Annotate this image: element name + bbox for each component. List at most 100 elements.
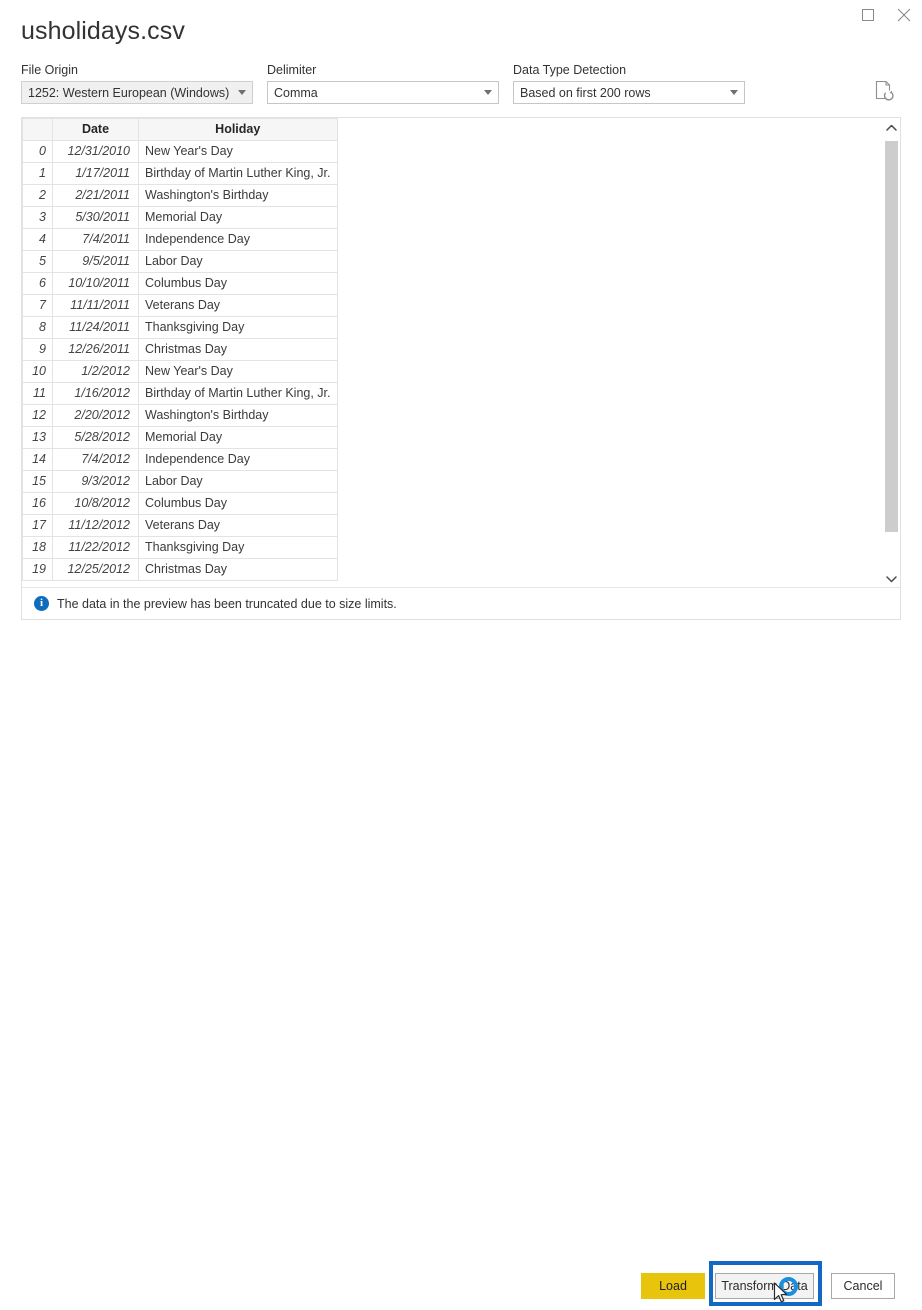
cell-holiday: Birthday of Martin Luther King, Jr. [138, 162, 338, 185]
data-type-detection-label: Data Type Detection [513, 63, 627, 77]
cell-date: 1/2/2012 [52, 360, 139, 383]
cell-holiday: Labor Day [138, 470, 338, 493]
table-row[interactable]: 19 12/25/2012 Christmas Day [22, 558, 338, 581]
delimiter-label: Delimiter [267, 63, 317, 77]
page-title: usholidays.csv [21, 17, 185, 45]
table-row[interactable]: 8 11/24/2011 Thanksgiving Day [22, 316, 338, 339]
cell-index: 9 [22, 338, 53, 361]
scroll-track[interactable] [883, 135, 900, 570]
cell-index: 16 [22, 492, 53, 515]
close-button[interactable] [886, 0, 922, 30]
file-origin-dropdown[interactable]: 1252: Western European (Windows) [21, 81, 253, 104]
file-origin-label: File Origin [21, 63, 78, 77]
cell-holiday: Labor Day [138, 250, 338, 273]
cell-index: 6 [22, 272, 53, 295]
table-row[interactable]: 0 12/31/2010 New Year's Day [22, 140, 338, 163]
cell-index: 8 [22, 316, 53, 339]
cell-date: 9/5/2011 [52, 250, 139, 273]
cell-date: 1/17/2011 [52, 162, 139, 185]
cell-index: 17 [22, 514, 53, 537]
close-icon [897, 8, 911, 22]
table-row[interactable]: 1 1/17/2011 Birthday of Martin Luther King… [22, 162, 338, 185]
table-row[interactable]: 11 1/16/2012 Birthday of Martin Luther Kin… [22, 382, 338, 405]
chevron-down-icon [236, 90, 248, 95]
cell-holiday: Thanksgiving Day [138, 536, 338, 559]
cell-date: 2/21/2011 [52, 184, 139, 207]
scroll-up-button[interactable] [883, 118, 900, 135]
preview-body: Date Holiday 0 12/31/2010 New Year's Day 1 1… [22, 118, 900, 587]
table-row[interactable]: 13 5/28/2012 Memorial Day [22, 426, 338, 449]
cell-index: 19 [22, 558, 53, 581]
cell-date: 11/22/2012 [52, 536, 139, 559]
cancel-button[interactable]: Cancel [831, 1273, 895, 1299]
table-row[interactable]: 3 5/30/2011 Memorial Day [22, 206, 338, 229]
table-row[interactable]: 16 10/8/2012 Columbus Day [22, 492, 338, 515]
cell-holiday: New Year's Day [138, 140, 338, 163]
table-row[interactable]: 15 9/3/2012 Labor Day [22, 470, 338, 493]
column-header-date[interactable]: Date [52, 118, 139, 141]
cell-index: 12 [22, 404, 53, 427]
preview-grid-area[interactable]: Date Holiday 0 12/31/2010 New Year's Day 1 1… [22, 118, 882, 587]
cell-index: 4 [22, 228, 53, 251]
refresh-preview-icon [874, 80, 894, 107]
cell-date: 7/4/2012 [52, 448, 139, 471]
column-header-holiday[interactable]: Holiday [138, 118, 338, 141]
scroll-down-button[interactable] [883, 570, 900, 587]
preview-vertical-scrollbar[interactable] [882, 118, 900, 587]
dialog-footer: Load Transform Data Cancel [0, 630, 922, 1306]
cell-date: 10/8/2012 [52, 492, 139, 515]
table-row[interactable]: 14 7/4/2012 Independence Day [22, 448, 338, 471]
table-row[interactable]: 7 11/11/2011 Veterans Day [22, 294, 338, 317]
table-row[interactable]: 9 12/26/2011 Christmas Day [22, 338, 338, 361]
refresh-preview-button[interactable] [871, 80, 897, 106]
cell-index: 10 [22, 360, 53, 383]
preview-info-message: The data in the preview has been truncat… [57, 596, 397, 611]
transform-data-button[interactable]: Transform Data [715, 1273, 814, 1299]
cell-holiday: Columbus Day [138, 272, 338, 295]
cell-date: 7/4/2011 [52, 228, 139, 251]
cell-index: 14 [22, 448, 53, 471]
cell-holiday: Washington's Birthday [138, 404, 338, 427]
preview-table-header: Date Holiday [22, 118, 338, 141]
table-row[interactable]: 17 11/12/2012 Veterans Day [22, 514, 338, 537]
cell-date: 2/20/2012 [52, 404, 139, 427]
table-row[interactable]: 5 9/5/2011 Labor Day [22, 250, 338, 273]
delimiter-value: Comma [274, 85, 318, 100]
cell-index: 3 [22, 206, 53, 229]
delimiter-dropdown[interactable]: Comma [267, 81, 499, 104]
cell-holiday: Thanksgiving Day [138, 316, 338, 339]
cell-date: 5/30/2011 [52, 206, 139, 229]
data-type-detection-value: Based on first 200 rows [520, 85, 651, 100]
table-row[interactable]: 18 11/22/2012 Thanksgiving Day [22, 536, 338, 559]
cell-date: 5/28/2012 [52, 426, 139, 449]
load-button[interactable]: Load [641, 1273, 705, 1299]
cell-index: 0 [22, 140, 53, 163]
cell-date: 10/10/2011 [52, 272, 139, 295]
maximize-button[interactable] [850, 0, 886, 30]
table-row[interactable]: 2 2/21/2011 Washington's Birthday [22, 184, 338, 207]
data-type-detection-dropdown[interactable]: Based on first 200 rows [513, 81, 745, 104]
cell-date: 11/24/2011 [52, 316, 139, 339]
scroll-thumb[interactable] [885, 141, 898, 532]
cell-holiday: Columbus Day [138, 492, 338, 515]
cell-holiday: Birthday of Martin Luther King, Jr. [138, 382, 338, 405]
cell-date: 11/11/2011 [52, 294, 139, 317]
cell-holiday: Independence Day [138, 228, 338, 251]
table-row[interactable]: 10 1/2/2012 New Year's Day [22, 360, 338, 383]
cell-date: 12/25/2012 [52, 558, 139, 581]
preview-info-bar: i The data in the preview has been trunc… [22, 587, 900, 619]
cell-holiday: Veterans Day [138, 514, 338, 537]
cell-holiday: Memorial Day [138, 426, 338, 449]
table-row[interactable]: 12 2/20/2012 Washington's Birthday [22, 404, 338, 427]
table-row[interactable]: 4 7/4/2011 Independence Day [22, 228, 338, 251]
cell-index: 5 [22, 250, 53, 273]
cell-date: 12/26/2011 [52, 338, 139, 361]
cell-holiday: Independence Day [138, 448, 338, 471]
cell-index: 2 [22, 184, 53, 207]
cell-index: 1 [22, 162, 53, 185]
chevron-down-icon [886, 570, 897, 588]
preview-table-body: 0 12/31/2010 New Year's Day 1 1/17/2011 Birth… [22, 140, 338, 581]
column-header-index[interactable] [22, 118, 53, 141]
table-header-row: Date Holiday [22, 118, 338, 141]
table-row[interactable]: 6 10/10/2011 Columbus Day [22, 272, 338, 295]
